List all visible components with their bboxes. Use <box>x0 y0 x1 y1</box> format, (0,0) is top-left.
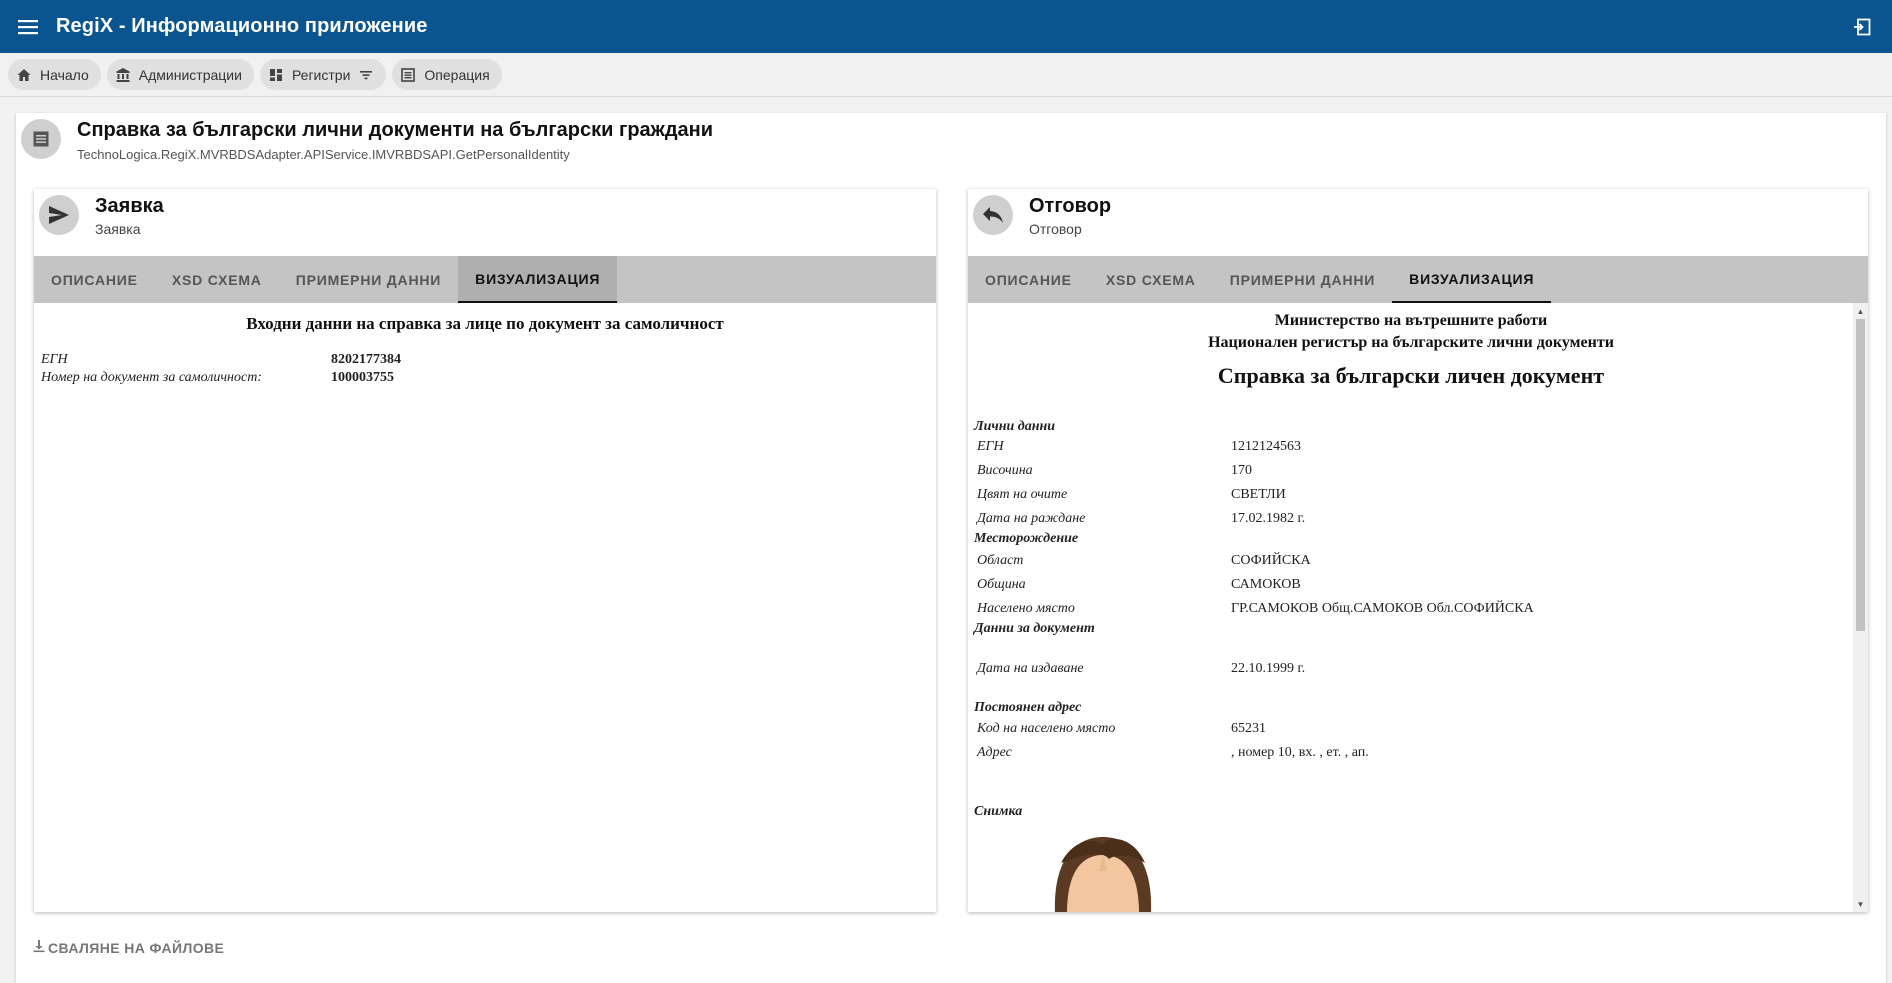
breadcrumb-administrations[interactable]: Администрации <box>106 59 254 90</box>
settlement-code-value: 65231 <box>1231 721 1266 736</box>
photo-heading: Снимка <box>974 804 1023 819</box>
home-icon <box>16 67 32 83</box>
breadcrumb: Начало Администрации Регистри Операция <box>0 53 1892 97</box>
breadcrumb-home[interactable]: Начало <box>8 59 101 90</box>
scroll-down-icon[interactable]: ▼ <box>1856 899 1865 909</box>
request-visualization: Входни данни на справка за лице по докум… <box>34 303 936 912</box>
response-visualization: Министерство на вътрешните работи Национ… <box>968 303 1868 912</box>
request-title: Заявка <box>95 195 164 217</box>
settlement-value: ГР.САМОКОВ Общ.САМОКОВ Обл.СОФИЙСКА <box>1231 601 1534 616</box>
report-title: Справка за български личен документ <box>1217 363 1605 388</box>
app-bar: RegiX - Информационно приложение <box>0 0 1892 53</box>
registry-heading: Национален регистър на българските лични… <box>1208 334 1614 351</box>
request-panel: Заявка Заявка ОПИСАНИЕ XSD СХЕМА ПРИМЕРН… <box>34 189 936 912</box>
document-icon <box>21 119 61 159</box>
institution-icon <box>115 67 131 83</box>
scroll-up-icon[interactable]: ▲ <box>1856 306 1865 316</box>
response-tabs: ОПИСАНИЕ XSD СХЕМА ПРИМЕРНИ ДАННИ ВИЗУАЛ… <box>968 256 1868 303</box>
dob-label: Дата на раждане <box>977 511 1086 526</box>
filter-icon[interactable] <box>358 67 374 83</box>
egn-value: 1212124563 <box>1231 439 1301 454</box>
field-value: 100003755 <box>331 370 394 385</box>
tab-description[interactable]: ОПИСАНИЕ <box>34 256 155 303</box>
send-icon <box>39 195 79 235</box>
response-panel: Отговор Отговор ОПИСАНИЕ XSD СХЕМА ПРИМЕ… <box>968 189 1868 912</box>
tab-xsd-schema[interactable]: XSD СХЕМА <box>155 256 279 303</box>
response-title: Отговор <box>1029 195 1112 217</box>
scrollbar[interactable]: ▲ ▼ <box>1853 303 1868 912</box>
tab-visualization[interactable]: ВИЗУАЛИЗАЦИЯ <box>1392 256 1552 303</box>
page-subtitle: TechnoLogica.RegiX.MVRBDSAdapter.APIServ… <box>77 147 570 162</box>
breadcrumb-operation[interactable]: Операция <box>392 59 502 90</box>
person-photo <box>1051 823 1155 912</box>
breadcrumb-label: Регистри <box>291 66 351 83</box>
settlement-label: Населено място <box>977 601 1075 616</box>
dashboard-icon <box>268 67 284 83</box>
height-label: Височина <box>977 463 1033 478</box>
download-icon <box>32 939 46 956</box>
response-subtitle: Отговор <box>1029 221 1082 237</box>
tab-visualization[interactable]: ВИЗУАЛИЗАЦИЯ <box>458 256 618 303</box>
address-label: Адрес <box>977 745 1012 760</box>
menu-icon[interactable] <box>0 0 56 53</box>
tab-xsd-schema[interactable]: XSD СХЕМА <box>1089 256 1213 303</box>
dob-value: 17.02.1982 г. <box>1231 511 1306 526</box>
breadcrumb-registers[interactable]: Регистри <box>259 59 387 90</box>
app-title: RegiX - Информационно приложение <box>56 15 428 37</box>
field-label: ЕГН <box>41 352 68 367</box>
egn-label: ЕГН <box>977 439 1004 454</box>
download-files-button[interactable]: СВАЛЯНЕ НА ФАЙЛОВЕ <box>32 939 224 956</box>
request-tabs: ОПИСАНИЕ XSD СХЕМА ПРИМЕРНИ ДАННИ ВИЗУАЛ… <box>34 256 936 303</box>
document-data-heading: Данни за документ <box>974 621 1095 636</box>
personal-data-heading: Лични данни <box>974 419 1056 434</box>
ministry-heading: Министерство на вътрешните работи <box>1274 312 1548 329</box>
eye-color-label: Цвят на очите <box>977 487 1068 502</box>
issue-date-label: Дата на издаване <box>977 661 1084 676</box>
municipality-label: Община <box>977 577 1026 592</box>
breadcrumb-label: Начало <box>40 66 89 83</box>
request-subtitle: Заявка <box>95 221 141 237</box>
breadcrumb-label: Администрации <box>138 66 242 83</box>
eye-color-value: СВЕТЛИ <box>1231 487 1286 502</box>
birthplace-heading: Месторождение <box>974 531 1079 546</box>
tab-sample-data[interactable]: ПРИМЕРНИ ДАННИ <box>1213 256 1392 303</box>
municipality-value: САМОКОВ <box>1231 577 1301 592</box>
issue-date-value: 22.10.1999 г. <box>1231 661 1306 676</box>
download-label: СВАЛЯНЕ НА ФАЙЛОВЕ <box>48 939 225 956</box>
breadcrumb-label: Операция <box>424 66 490 83</box>
reply-icon <box>973 195 1013 235</box>
address-value: , номер 10, вх. , ет. , ап. <box>1231 745 1369 760</box>
permanent-address-heading: Постоянен адрес <box>974 700 1082 715</box>
field-label: Номер на документ за самоличност: <box>41 370 262 385</box>
list-icon <box>400 67 416 83</box>
tab-description[interactable]: ОПИСАНИЕ <box>968 256 1089 303</box>
region-label: Област <box>977 553 1024 568</box>
region-value: СОФИЙСКА <box>1231 553 1311 568</box>
page-title: Справка за български лични документи на … <box>77 119 714 141</box>
tab-sample-data[interactable]: ПРИМЕРНИ ДАННИ <box>279 256 458 303</box>
logout-icon[interactable] <box>1850 15 1874 39</box>
field-value: 8202177384 <box>331 352 401 367</box>
scrollbar-thumb[interactable] <box>1856 319 1865 631</box>
height-value: 170 <box>1231 463 1252 478</box>
settlement-code-label: Код на населено място <box>977 721 1116 736</box>
request-viz-title: Входни данни на справка за лице по докум… <box>246 314 724 333</box>
